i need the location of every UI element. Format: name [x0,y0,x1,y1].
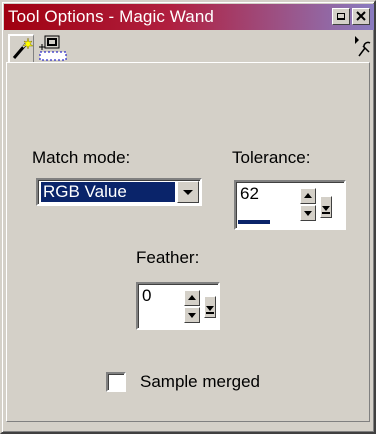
sample-merged-checkbox[interactable] [106,372,126,392]
feather-increment-button[interactable] [184,290,200,306]
slider-popup-icon [206,306,214,314]
tolerance-decrement-button[interactable] [300,205,316,221]
tolerance-label: Tolerance: [232,148,311,167]
feather-value[interactable]: 0 [142,286,151,306]
match-mode-label: Match mode: [32,148,131,167]
feather-label: Feather: [136,248,200,267]
tolerance-increment-button[interactable] [300,188,316,204]
tool-options-window: Tool Options - Magic Wand Match mode: RG… [0,0,376,434]
minimize-icon [337,13,345,20]
minimize-button[interactable] [332,8,350,25]
feather-decrement-button[interactable] [184,307,200,323]
tool-options-tabs [4,32,374,62]
window-title: Tool Options - Magic Wand [8,7,214,26]
arrow-up-icon [188,295,196,300]
title-bar[interactable]: Tool Options - Magic Wand [4,4,374,30]
tolerance-stepper [300,188,316,222]
feather-spinner[interactable]: 0 [136,282,220,330]
options-panel [6,62,370,422]
match-mode-value: RGB Value [41,182,175,202]
slider-popup-icon [322,206,330,214]
chevron-down-icon [183,190,193,195]
tab-magic-wand[interactable] [8,34,34,62]
match-mode-dropdown-button[interactable] [177,181,199,203]
match-mode-select[interactable]: RGB Value [36,178,202,206]
tolerance-slider-button[interactable] [320,196,332,218]
arrow-down-icon [304,211,312,216]
pin-menu-icon [355,36,371,57]
close-icon [356,11,366,21]
sample-merged-label[interactable]: Sample merged [140,372,260,392]
arrow-up-icon [304,193,312,198]
tolerance-spinner[interactable]: 62 [234,180,346,230]
selection-options-icon [39,35,67,61]
arrow-down-icon [188,313,196,318]
pin-menu-button[interactable] [349,34,373,62]
feather-slider-button[interactable] [204,296,216,318]
close-button[interactable] [352,8,370,25]
tolerance-value[interactable]: 62 [240,184,259,204]
feather-stepper [184,290,200,323]
tolerance-level-track [238,220,342,226]
tolerance-level-bar [238,220,271,224]
magic-wand-icon [12,37,34,59]
tab-selection-options[interactable] [36,34,68,62]
